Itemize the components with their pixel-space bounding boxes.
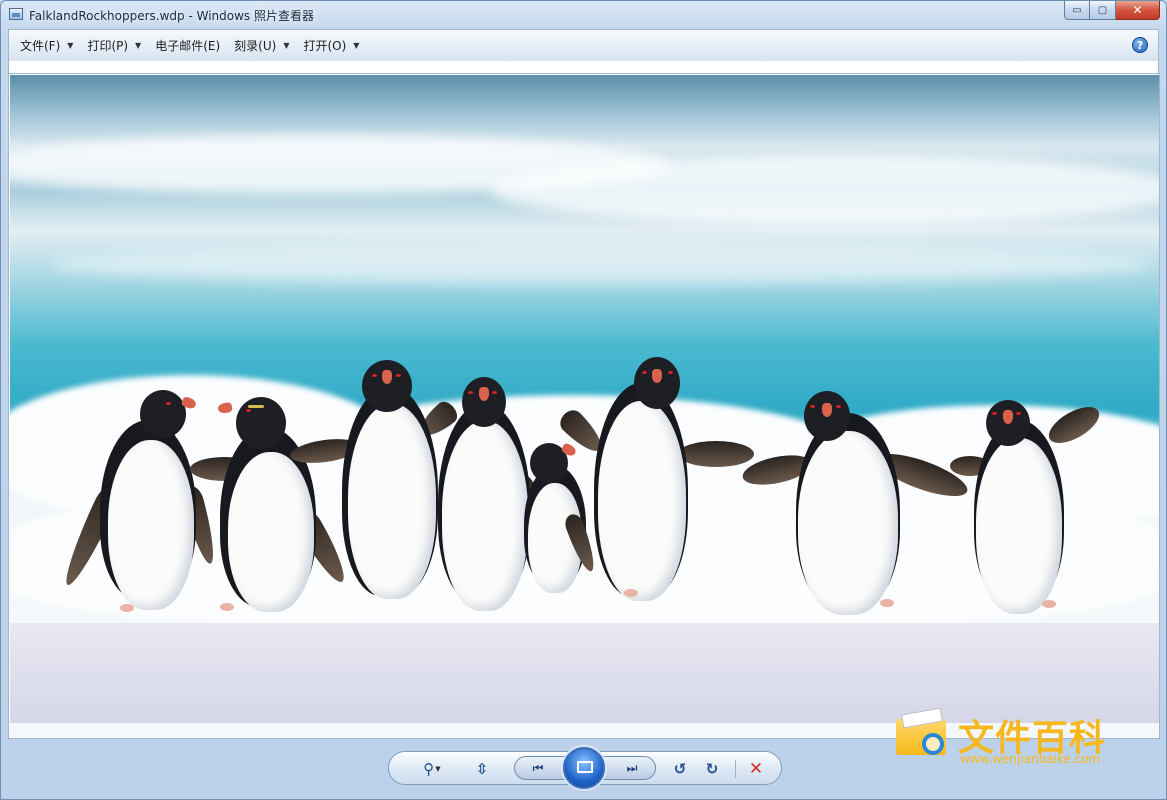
rotate-counterclockwise-button[interactable]: ↺ (669, 758, 691, 780)
window-title: FalklandRockhoppers.wdp - Windows 照片查看器 (29, 9, 314, 23)
penguin-photo (10, 75, 1159, 723)
penguin-belly (976, 438, 1062, 614)
penguin-belly (348, 404, 436, 599)
menu-separator (8, 61, 1159, 73)
delete-icon: ✕ (748, 759, 764, 779)
photo-viewer-window: FalklandRockhoppers.wdp - Windows 照片查看器 … (0, 0, 1167, 800)
menu-print-label: 打印(P) (87, 39, 129, 53)
menu-bar: 文件(F) ▼ 打印(P) ▼ 电子邮件(E) 刻录(U) ▼ 打开(O) ▼ … (8, 29, 1159, 61)
penguin-head (362, 360, 412, 412)
menu-open-label: 打开(O) (303, 39, 347, 53)
image-viewport[interactable] (8, 73, 1160, 739)
previous-button[interactable]: ⏮ (527, 759, 549, 777)
chevron-down-icon: ▼ (135, 41, 142, 50)
menu-burn[interactable]: 刻录(U) ▼ (227, 35, 296, 57)
caption-buttons: ▭ ▢ ✕ (1064, 1, 1160, 21)
wave-crest (490, 155, 1159, 225)
wave-crest (50, 245, 1150, 285)
next-button[interactable]: ⏭ (621, 759, 643, 777)
close-icon: ✕ (1132, 3, 1143, 17)
penguin-eye (1016, 412, 1021, 415)
penguin-foot (1042, 600, 1056, 608)
penguin-eye (166, 402, 171, 405)
help-icon[interactable]: ? (1132, 37, 1148, 53)
app-icon[interactable] (9, 8, 23, 20)
penguin-beak (217, 401, 233, 415)
watermark-url: www.wenjianbaike.com (960, 752, 1101, 766)
rotate-clockwise-button[interactable]: ↻ (701, 758, 723, 780)
penguin-belly (108, 440, 194, 610)
menu-email[interactable]: 电子邮件(E) (148, 35, 227, 57)
penguin-belly (598, 401, 686, 601)
penguin-foot (220, 603, 234, 611)
watermark-logo: 文件百科 www.wenjianbaike.com (894, 707, 1134, 767)
penguin-foot (624, 589, 638, 597)
magnifier-plus-icon: ⚲ (423, 760, 435, 778)
slideshow-button[interactable] (563, 747, 605, 789)
rotate-counterclockwise-icon: ↺ (673, 760, 687, 778)
penguin-belly (798, 431, 898, 615)
next-icon: ⏭ (626, 760, 638, 775)
penguin-eye (642, 371, 647, 374)
maximize-icon: ▢ (1097, 4, 1108, 16)
penguin-beak (479, 387, 489, 401)
penguin (555, 357, 760, 612)
menu-print[interactable]: 打印(P) ▼ (80, 35, 148, 57)
rotate-clockwise-icon: ↻ (705, 760, 719, 778)
penguin-flipper (1043, 399, 1105, 451)
chevron-down-icon: ▼ (435, 765, 441, 773)
close-button[interactable]: ✕ (1116, 1, 1160, 20)
penguin-eye (372, 374, 377, 377)
penguin-foot (120, 604, 134, 612)
menu-file[interactable]: 文件(F) ▼ (13, 35, 80, 57)
penguin-eye (246, 409, 251, 412)
menu-burn-label: 刻录(U) (234, 39, 277, 53)
chevron-down-icon: ▼ (283, 41, 290, 50)
penguin-head (140, 390, 186, 438)
penguin-eye (810, 405, 815, 408)
magnifier-icon (922, 733, 944, 755)
slideshow-icon (577, 761, 593, 773)
penguin-head (462, 377, 506, 427)
minimize-button[interactable]: ▭ (1064, 1, 1090, 20)
menu-open[interactable]: 打开(O) ▼ (296, 35, 366, 57)
menu-email-label: 电子邮件(E) (155, 39, 221, 53)
penguin-beak (382, 370, 392, 384)
penguin-eye (836, 405, 841, 408)
chevron-down-icon: ▼ (67, 41, 74, 50)
penguin-eye (492, 391, 497, 394)
penguin-eye (992, 412, 997, 415)
penguin (950, 399, 1105, 616)
zoom-button[interactable]: ⚲ ▼ (415, 758, 449, 780)
minimize-icon: ▭ (1072, 4, 1082, 16)
maximize-button[interactable]: ▢ (1090, 1, 1116, 20)
penguin-beak (652, 369, 662, 383)
penguin-eye (668, 371, 673, 374)
previous-icon: ⏮ (532, 760, 544, 775)
penguin-foot (880, 599, 894, 607)
chevron-down-icon: ▼ (353, 41, 360, 50)
penguin-eye (396, 374, 401, 377)
penguin-beak (822, 403, 832, 417)
bottom-toolbar: ⚲ ▼ ⇳ ⏮ ⏭ ↺ ↻ ✕ (388, 747, 782, 789)
actual-size-button[interactable]: ⇳ (471, 758, 493, 780)
toolbar-separator (735, 760, 736, 778)
actual-size-icon: ⇳ (475, 760, 489, 778)
title-bar[interactable]: FalklandRockhoppers.wdp - Windows 照片查看器 … (1, 1, 1166, 29)
penguin-head (634, 357, 680, 409)
penguin-crest (248, 405, 264, 408)
penguin-beak (1003, 410, 1013, 424)
menu-file-label: 文件(F) (20, 39, 61, 53)
penguin (740, 391, 980, 617)
penguin-eye (468, 391, 473, 394)
delete-button[interactable]: ✕ (745, 758, 767, 780)
